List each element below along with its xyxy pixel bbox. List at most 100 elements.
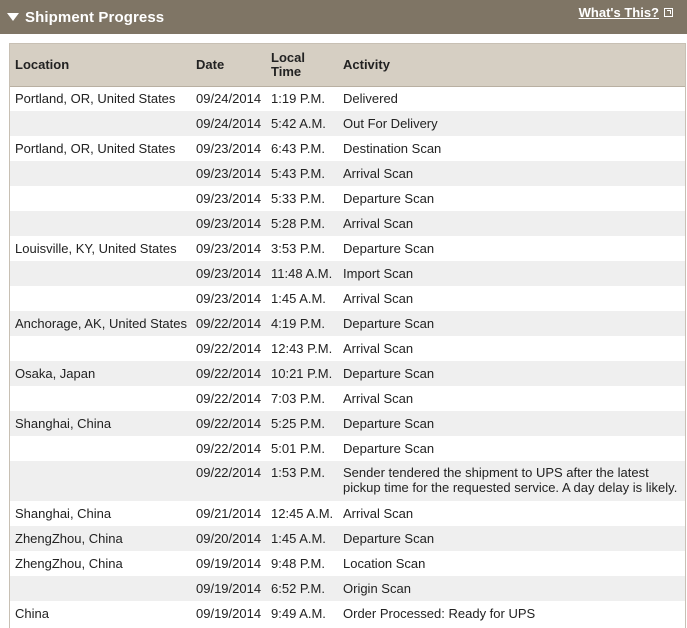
cell-date: 09/24/2014 — [196, 91, 262, 107]
table-row: Anchorage, AK, United States 09/22/2014 4:… — [10, 311, 685, 336]
cell-activity: Arrival Scan — [343, 506, 414, 521]
cell-location — [10, 336, 191, 361]
cell-date: 09/23/2014 — [196, 266, 262, 281]
cell-local-time: 1:45 A.M. — [271, 531, 326, 546]
cell-activity: Departure Scan — [343, 366, 435, 381]
cell-local-time: 1:19 P.M. — [271, 91, 325, 107]
cell-activity: Origin Scan — [343, 581, 411, 596]
cell-location — [10, 111, 191, 136]
cell-date: 09/23/2014 — [196, 191, 262, 206]
cell-local-time: 5:42 A.M. — [271, 116, 326, 131]
cell-date: 09/22/2014 — [196, 465, 262, 480]
cell-local-time: 5:33 P.M. — [271, 191, 325, 206]
table-row: Portland, OR, United States 09/23/2014 6:4… — [10, 136, 685, 161]
cell-date: 09/22/2014 — [196, 441, 262, 456]
table-row: Shanghai, China 09/21/2014 12:45 A.M. Arriv… — [10, 501, 685, 526]
shipment-progress-page: Shipment Progress What's This? Location … — [0, 0, 687, 628]
cell-date: 09/23/2014 — [196, 291, 262, 306]
table-row: Shanghai, China 09/22/2014 5:25 P.M. Depart… — [10, 411, 685, 436]
collapse-toggle[interactable]: Shipment Progress — [0, 0, 164, 34]
table-row: Louisville, KY, United States 09/23/2014 3… — [10, 236, 685, 261]
table-row: 09/23/2014 5:33 P.M. Departure Scan — [10, 186, 685, 211]
cell-location — [10, 576, 191, 601]
cell-date: 09/22/2014 — [196, 341, 262, 356]
cell-location: Osaka, Japan — [15, 366, 96, 381]
cell-local-time: 6:43 P.M. — [271, 141, 325, 156]
cell-activity: Import Scan — [343, 266, 414, 281]
cell-location — [10, 261, 191, 286]
cell-activity: Delivered — [343, 91, 398, 107]
cell-activity: Departure Scan — [343, 316, 435, 331]
cell-local-time: 5:01 P.M. — [271, 441, 325, 456]
cell-local-time: 1:45 A.M. — [271, 291, 326, 306]
cell-local-time: 7:03 P.M. — [271, 391, 325, 406]
cell-date: 09/23/2014 — [196, 141, 262, 156]
cell-location: ZhengZhou, China — [15, 531, 123, 546]
table-row: Portland, OR, United States 09/24/2014 1:1… — [10, 86, 685, 111]
column-header-activity: Activity — [338, 44, 685, 87]
table-row: 09/23/2014 5:28 P.M. Arrival Scan — [10, 211, 685, 236]
table-row: 09/24/2014 5:42 A.M. Out For Delivery — [10, 111, 685, 136]
cell-location: Anchorage, AK, United States — [15, 316, 187, 331]
table-row: 09/23/2014 1:45 A.M. Arrival Scan — [10, 286, 685, 311]
cell-location: China — [15, 606, 49, 621]
cell-activity: Destination Scan — [343, 141, 442, 156]
cell-date: 09/22/2014 — [196, 416, 262, 431]
panel-header: Shipment Progress What's This? — [0, 0, 687, 34]
cell-local-time: 6:52 P.M. — [271, 581, 325, 596]
cell-local-time: 11:48 A.M. — [271, 266, 333, 281]
cell-date: 09/23/2014 — [196, 241, 262, 256]
cell-location — [10, 461, 191, 501]
cell-location: ZhengZhou, China — [15, 556, 123, 571]
whats-this-link[interactable]: What's This? — [579, 5, 673, 20]
cell-activity: Departure Scan — [343, 531, 435, 546]
cell-local-time: 9:49 A.M. — [271, 606, 326, 621]
table-row: 09/22/2014 5:01 P.M. Departure Scan — [10, 436, 685, 461]
cell-local-time: 4:19 P.M. — [271, 316, 325, 331]
table-row: 09/22/2014 1:53 P.M. Sender tendered the s… — [10, 461, 685, 501]
cell-local-time: 5:43 P.M. — [271, 166, 325, 181]
cell-location — [10, 436, 191, 461]
table-header-row: Location Date Local Time Activity — [10, 44, 685, 87]
table-row: China 09/19/2014 9:49 A.M. Order Processed:… — [10, 601, 685, 626]
column-header-date: Date — [191, 44, 266, 87]
cell-location: Shanghai, China — [15, 416, 112, 431]
cell-location — [10, 211, 191, 236]
panel-title: Shipment Progress — [25, 8, 165, 26]
cell-activity: Arrival Scan — [343, 216, 414, 231]
column-header-location: Location — [10, 44, 191, 87]
cell-local-time: 10:21 P.M. — [271, 366, 333, 381]
popup-window-icon — [664, 8, 673, 17]
cell-local-time: 3:53 P.M. — [271, 241, 325, 256]
cell-local-time: 12:45 A.M. — [271, 506, 334, 521]
cell-activity: Departure Scan — [343, 191, 435, 206]
cell-local-time: 5:28 P.M. — [271, 216, 325, 231]
cell-activity: Departure Scan — [343, 441, 435, 456]
cell-date: 09/19/2014 — [196, 556, 262, 571]
cell-activity: Order Processed: Ready for UPS — [343, 606, 536, 621]
cell-local-time: 5:25 P.M. — [271, 416, 325, 431]
cell-activity: Arrival Scan — [343, 291, 414, 306]
cell-date: 09/22/2014 — [196, 366, 262, 381]
cell-local-time: 9:48 P.M. — [271, 556, 325, 571]
cell-date: 09/20/2014 — [196, 531, 262, 546]
progress-table: Location Date Local Time Activity Portla… — [10, 44, 685, 626]
table-row: 09/23/2014 5:43 P.M. Arrival Scan — [10, 161, 685, 186]
whats-this-label: What's This? — [578, 5, 659, 20]
cell-location — [10, 186, 191, 211]
cell-date: 09/22/2014 — [196, 391, 262, 406]
table-row: ZhengZhou, China 09/20/2014 1:45 A.M. Depar… — [10, 526, 685, 551]
cell-date: 09/23/2014 — [196, 166, 262, 181]
progress-table-container: Location Date Local Time Activity Portla… — [9, 43, 686, 628]
cell-local-time: 12:43 P.M. — [271, 341, 333, 356]
cell-date: 09/22/2014 — [196, 316, 262, 331]
cell-location — [10, 386, 191, 411]
cell-activity: Out For Delivery — [343, 116, 438, 131]
cell-activity: Arrival Scan — [343, 391, 414, 406]
cell-activity: Arrival Scan — [343, 341, 414, 356]
cell-date: 09/24/2014 — [196, 116, 262, 131]
table-row: 09/23/2014 11:48 A.M. Import Scan — [10, 261, 685, 286]
table-body: Portland, OR, United States 09/24/2014 1:1… — [10, 86, 685, 626]
cell-location: Portland, OR, United States — [15, 141, 176, 156]
column-header-local-time: Local Time — [266, 44, 338, 87]
